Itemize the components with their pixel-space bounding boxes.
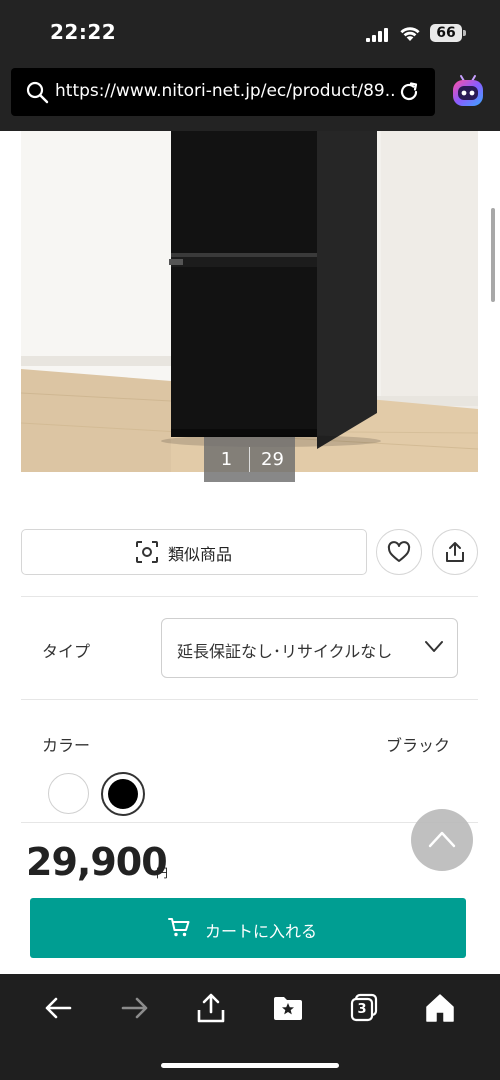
browser-top-bar: 22:22 66 https://www.nitori-net.jp/ec/pr… xyxy=(0,0,500,131)
divider xyxy=(21,596,478,597)
price-unit: 円 xyxy=(156,866,169,880)
image-search-icon xyxy=(136,541,158,563)
home-icon[interactable] xyxy=(424,992,456,1024)
color-swatch-white[interactable] xyxy=(48,773,89,814)
status-time: 22:22 xyxy=(50,20,117,44)
tabs-count: 3 xyxy=(357,1002,367,1017)
add-to-cart-label: カートに入れる xyxy=(205,922,318,941)
scroll-to-top-button[interactable] xyxy=(411,809,473,871)
divider xyxy=(21,822,478,823)
type-select[interactable]: 延長保証なし･リサイクルなし xyxy=(161,618,458,678)
share-icon xyxy=(446,542,464,562)
url-text[interactable]: https://www.nitori-net.jp/ec/product/89.… xyxy=(55,81,395,101)
tabs-icon[interactable]: 3 xyxy=(348,992,380,1024)
refrigerator-photo xyxy=(21,131,478,472)
home-indicator xyxy=(161,1063,339,1068)
wifi-icon xyxy=(400,27,420,41)
gallery-current: 1 xyxy=(220,449,233,470)
chevron-up-icon xyxy=(428,831,456,848)
share-icon[interactable] xyxy=(195,992,227,1024)
gallery-counter: 1 29 xyxy=(204,437,295,482)
chevron-down-icon xyxy=(425,641,443,652)
price-amount: 29,900 xyxy=(26,840,168,884)
similar-products-button[interactable]: 類似商品 xyxy=(21,529,367,575)
type-label: タイプ xyxy=(42,642,91,661)
back-icon[interactable] xyxy=(42,992,74,1024)
color-swatch-black[interactable] xyxy=(101,772,145,816)
bookmark-icon[interactable] xyxy=(272,992,304,1024)
add-to-cart-button[interactable]: カートに入れる xyxy=(30,898,466,958)
battery-indicator: 66 xyxy=(430,24,466,42)
color-label: カラー xyxy=(42,736,91,755)
page-scrollbar[interactable] xyxy=(491,208,495,302)
reload-icon[interactable] xyxy=(397,80,421,104)
bot-icon[interactable] xyxy=(449,72,487,110)
cart-icon xyxy=(168,918,190,937)
address-bar[interactable]: https://www.nitori-net.jp/ec/product/89.… xyxy=(11,68,435,116)
divider xyxy=(21,699,478,700)
search-icon xyxy=(26,81,49,104)
product-image[interactable] xyxy=(21,131,478,472)
forward-icon[interactable] xyxy=(119,992,151,1024)
cellular-signal-icon xyxy=(366,28,388,42)
gallery-total: 29 xyxy=(261,449,284,470)
favorite-button[interactable] xyxy=(376,529,422,575)
share-product-button[interactable] xyxy=(432,529,478,575)
similar-products-label: 類似商品 xyxy=(168,545,233,564)
color-selected-value: ブラック xyxy=(386,736,451,755)
heart-icon xyxy=(387,541,411,562)
type-select-value: 延長保証なし･リサイクルなし xyxy=(177,642,393,661)
